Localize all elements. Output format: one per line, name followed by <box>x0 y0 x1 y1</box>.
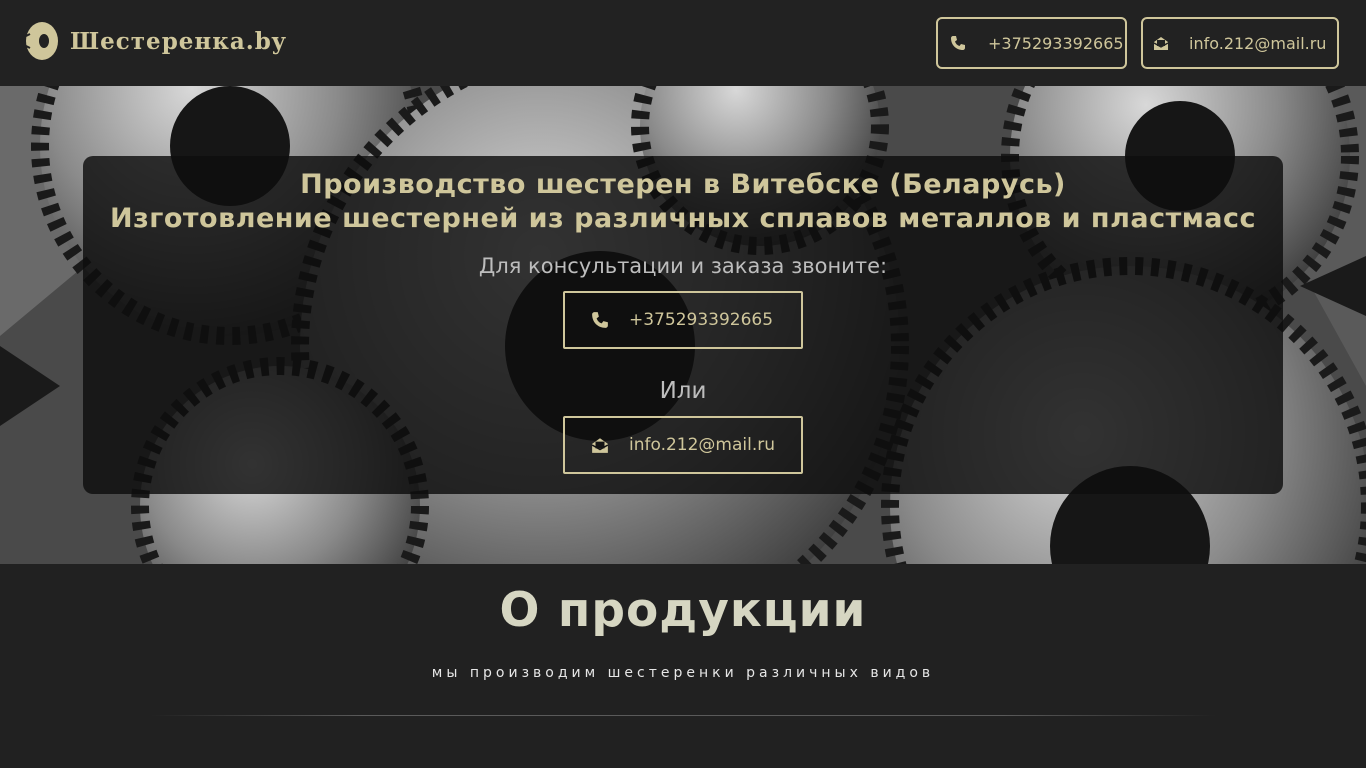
header-email-button[interactable]: info.212@mail.ru <box>1141 17 1339 69</box>
site-logo[interactable]: Шестеренка.by <box>24 20 286 62</box>
gear-logo-icon <box>25 22 58 60</box>
hero-email-label: info.212@mail.ru <box>629 435 776 455</box>
phone-icon <box>592 312 608 328</box>
hero-phone-label: +375293392665 <box>629 310 774 330</box>
about-section-subtitle: мы производим шестеренки различных видов <box>431 665 935 681</box>
header-email-label: info.212@mail.ru <box>1189 33 1327 53</box>
logo-text: Шестеренка.by <box>70 27 287 55</box>
phone-icon <box>951 36 965 50</box>
header-phone-label: +375293392665 <box>988 33 1124 53</box>
consult-text: Для консультации и заказа звоните: <box>478 254 888 278</box>
section-divider <box>150 715 1216 716</box>
envelope-open-icon <box>1153 37 1169 50</box>
envelope-open-icon <box>591 438 609 453</box>
or-text: Или <box>659 378 707 404</box>
hero-info-panel: Производство шестерен в Витебске (Белару… <box>83 156 1283 494</box>
about-section-title: О продукции <box>499 583 867 638</box>
hero-email-button[interactable]: info.212@mail.ru <box>563 416 803 474</box>
header-phone-button[interactable]: +375293392665 <box>936 17 1127 69</box>
top-navbar: Шестеренка.by +375293392665 info.212@mai… <box>0 0 1366 86</box>
hero-section: Производство шестерен в Витебске (Белару… <box>0 86 1366 564</box>
hero-subtitle: Изготовление шестерней из различных спла… <box>109 203 1257 234</box>
hero-phone-button[interactable]: +375293392665 <box>563 291 803 349</box>
hero-title: Производство шестерен в Витебске (Белару… <box>300 169 1066 200</box>
